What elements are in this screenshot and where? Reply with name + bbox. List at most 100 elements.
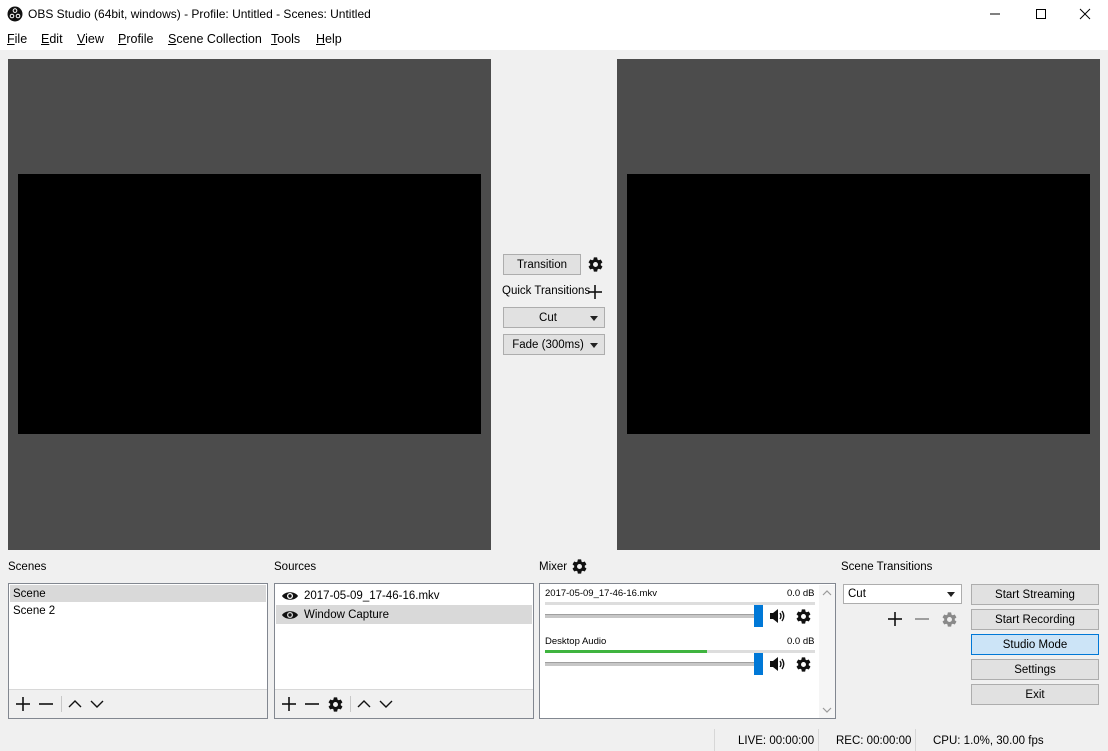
scenes-toolbar (9, 689, 267, 718)
mixer-channel-db: 0.0 dB (787, 588, 815, 599)
gear-icon (942, 611, 956, 627)
sources-toolbar (275, 689, 533, 718)
add-transition-button[interactable] (885, 609, 905, 629)
minus-icon (915, 618, 929, 620)
volume-slider[interactable] (545, 614, 759, 618)
add-source-button[interactable] (279, 694, 299, 714)
transition-settings-button[interactable] (585, 254, 605, 275)
menu-help[interactable]: Help (316, 32, 342, 46)
minimize-icon (990, 13, 1000, 15)
source-properties-button[interactable] (325, 694, 345, 714)
divider (714, 729, 715, 751)
minus-icon (39, 703, 53, 705)
channel-settings-button[interactable] (793, 606, 813, 626)
maximize-button[interactable] (1018, 0, 1064, 28)
quick-transition-cut[interactable]: Cut (503, 307, 605, 328)
sources-list[interactable]: 2017-05-09_17-46-16.mkv Window Capture (274, 583, 534, 719)
mixer-scrollbar[interactable] (819, 585, 835, 718)
gear-icon (588, 257, 602, 272)
divider (350, 696, 351, 712)
source-name: Window Capture (304, 608, 390, 621)
move-scene-up-button[interactable] (65, 694, 85, 714)
volume-meter-level (545, 650, 707, 653)
add-scene-button[interactable] (13, 694, 33, 714)
chevron-up-icon (357, 700, 371, 708)
mute-button[interactable] (768, 654, 788, 674)
settings-button[interactable]: Settings (971, 659, 1099, 680)
list-item[interactable]: Scene (10, 585, 266, 602)
transition-properties-button[interactable] (939, 609, 959, 629)
scene-transition-select[interactable]: Cut (843, 584, 962, 604)
remove-source-button[interactable] (302, 694, 322, 714)
mixer-panel: 2017-05-09_17-46-16.mkv 0.0 dB Desktop A… (539, 583, 836, 719)
close-button[interactable] (1062, 0, 1108, 28)
live-status: LIVE: 00:00:00 (738, 735, 815, 747)
gear-icon (328, 696, 342, 712)
plus-icon (888, 612, 902, 626)
menu-scene-collection[interactable]: Scene Collection (168, 32, 262, 46)
chevron-down-icon (947, 592, 955, 597)
title-bar: OBS Studio (64bit, windows) - Profile: U… (0, 0, 1108, 28)
volume-meter (545, 602, 815, 605)
mixer-channel-name: Desktop Audio (545, 636, 607, 647)
program-panel[interactable] (617, 59, 1100, 550)
add-quick-transition-button[interactable] (586, 283, 604, 301)
scene-transition-value: Cut (848, 588, 866, 600)
divider (915, 729, 916, 751)
speaker-icon (770, 609, 785, 623)
chevron-down-icon (379, 700, 393, 708)
mixer-channel-name: 2017-05-09_17-46-16.mkv (545, 588, 657, 599)
plus-icon (588, 285, 602, 299)
chevron-down-icon[interactable] (819, 704, 835, 716)
move-source-down-button[interactable] (376, 694, 396, 714)
remove-transition-button[interactable] (912, 609, 932, 629)
plus-icon (282, 697, 296, 711)
divider (61, 696, 62, 712)
preview-canvas (18, 174, 481, 434)
chevron-down-icon (590, 342, 598, 348)
list-item[interactable]: 2017-05-09_17-46-16.mkv (276, 586, 532, 605)
eye-icon[interactable] (281, 590, 299, 602)
scenes-list[interactable]: Scene Scene 2 (8, 583, 268, 719)
mute-button[interactable] (768, 606, 788, 626)
move-source-up-button[interactable] (354, 694, 374, 714)
menu-tools[interactable]: Tools (271, 32, 300, 46)
sources-label: Sources (274, 561, 317, 573)
volume-slider-handle[interactable] (754, 605, 763, 627)
quick-transition-cut-label: Cut (539, 311, 557, 324)
start-recording-button[interactable]: Start Recording (971, 609, 1099, 630)
gear-icon (796, 608, 810, 624)
mixer-label: Mixer (539, 561, 568, 573)
menu-file[interactable]: File (7, 32, 27, 46)
gear-icon (572, 558, 586, 574)
channel-settings-button[interactable] (793, 654, 813, 674)
volume-slider-handle[interactable] (754, 653, 763, 675)
menu-edit[interactable]: Edit (41, 32, 63, 46)
mixer-settings-button[interactable] (570, 557, 588, 575)
studio-mode-button[interactable]: Studio Mode (971, 634, 1099, 655)
menu-profile[interactable]: Profile (118, 32, 153, 46)
divider (818, 729, 819, 751)
list-item[interactable]: Scene 2 (10, 602, 266, 619)
chevron-up-icon[interactable] (819, 587, 835, 599)
obs-logo-icon (7, 6, 23, 22)
chevron-up-icon (68, 700, 82, 708)
start-streaming-button[interactable]: Start Streaming (971, 584, 1099, 605)
volume-slider[interactable] (545, 662, 759, 666)
exit-button[interactable]: Exit (971, 684, 1099, 705)
minimize-button[interactable] (972, 0, 1018, 28)
eye-icon[interactable] (281, 609, 299, 621)
transition-button[interactable]: Transition (503, 254, 581, 275)
list-item[interactable]: Window Capture (276, 605, 532, 624)
speaker-icon (770, 657, 785, 671)
source-name: 2017-05-09_17-46-16.mkv (304, 589, 440, 602)
minus-icon (305, 703, 319, 705)
quick-transition-fade[interactable]: Fade (300ms) (503, 334, 605, 355)
move-scene-down-button[interactable] (87, 694, 107, 714)
remove-scene-button[interactable] (36, 694, 56, 714)
menu-view[interactable]: View (77, 32, 104, 46)
preview-panel[interactable] (8, 59, 491, 550)
maximize-icon (1036, 9, 1046, 19)
close-icon (1079, 8, 1091, 20)
quick-transition-fade-label: Fade (300ms) (512, 338, 584, 351)
